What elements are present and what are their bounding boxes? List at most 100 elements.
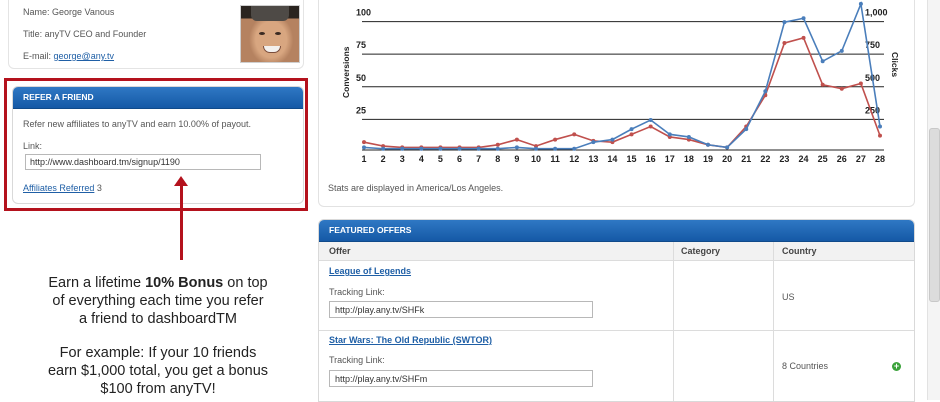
data-point [725,145,730,150]
left-tick-label: 50 [356,73,366,83]
x-tick-label: 18 [684,154,694,164]
data-point [514,137,519,142]
data-point [362,145,366,150]
profile-title: Title: anyTV CEO and Founder [23,29,147,39]
promo-text: Earn a lifetime 10% Bonus on top of ever… [28,274,288,398]
email-link[interactable]: george@any.tv [54,51,115,61]
avatar-beanie [251,6,289,21]
promo-line-1: Earn a lifetime 10% Bonus on top [48,275,268,291]
column-divider [773,242,774,401]
data-point [495,142,500,147]
avatar-eye-right [275,32,281,35]
x-tick-label: 27 [856,154,866,164]
profile-card: Name: George Vanous Title: anyTV CEO and… [8,0,304,69]
x-tick-label: 7 [476,154,481,164]
plus-circle-icon[interactable]: + [892,362,901,371]
promo-line-3: a friend to dashboardTM [79,311,237,327]
left-tick-label: 25 [356,105,366,115]
x-tick-label: 5 [438,154,443,164]
promo-line-2: of everything each time you refer [52,293,264,309]
x-tick-label: 26 [837,154,847,164]
x-tick-label: 9 [514,154,519,164]
offer-link-swtor[interactable]: Star Wars: The Old Republic (SWTOR) [329,335,492,345]
x-tick-label: 23 [779,154,789,164]
x-tick-label: 15 [627,154,637,164]
y-axis-title-left: Conversions [341,46,351,98]
x-tick-label: 6 [457,154,462,164]
data-point [514,145,519,150]
data-point [744,127,749,132]
refer-header: REFER A FRIEND [13,87,303,109]
column-offer[interactable]: Offer [329,242,351,260]
refer-description: Refer new affiliates to anyTV and earn 1… [23,119,251,129]
data-point [801,16,806,21]
right-tick-label: 1,000 [865,8,888,18]
data-point [553,146,558,151]
offer-country: US [782,292,795,302]
scrollbar-thumb[interactable] [929,128,940,302]
arrow-shaft [180,184,183,260]
tracking-link-input[interactable] [329,301,593,318]
x-tick-label: 28 [875,154,885,164]
offers-table-header: Offer Category Country [319,242,914,261]
column-category[interactable]: Category [681,242,720,260]
avatar [240,5,300,63]
row-divider [319,330,914,331]
referral-link-input[interactable] [25,154,261,170]
x-tick-label: 22 [760,154,770,164]
data-point [648,124,653,129]
data-point [591,140,596,145]
data-point [400,146,405,151]
column-divider [673,242,674,401]
data-point [782,41,787,46]
data-point [820,82,825,87]
x-tick-label: 13 [588,154,598,164]
data-point [686,134,691,139]
data-point [495,146,500,151]
left-tick-label: 100 [356,8,371,18]
data-point [839,86,844,91]
x-tick-label: 11 [550,154,560,164]
x-tick-label: 8 [495,154,500,164]
affiliates-referred-link[interactable]: Affiliates Referred [23,183,94,193]
promo-bonus: 10% Bonus [145,275,224,291]
promo-line-4: For example: If your 10 friends [59,345,257,361]
refer-friend-card: REFER A FRIEND Refer new affiliates to a… [12,86,304,204]
data-point [362,140,366,145]
x-tick-label: 24 [799,154,809,164]
stats-chart: 2550751002505007501,000Conversions Clicks… [341,0,900,164]
x-tick-label: 21 [741,154,751,164]
profile-name: Name: George Vanous [23,7,115,17]
x-tick-label: 2 [381,154,386,164]
timezone-note: Stats are displayed in America/Los Angel… [328,183,504,193]
series-line [363,0,881,150]
avatar-eye-left [259,32,265,35]
x-tick-label: 17 [665,154,675,164]
data-point [629,132,634,137]
tracking-link-label: Tracking Link: [329,287,385,297]
tracking-link-input[interactable] [329,370,593,387]
data-point [610,137,615,142]
x-tick-label: 12 [569,154,579,164]
x-tick-label: 20 [722,154,732,164]
data-point [839,48,844,53]
data-point [572,132,577,137]
data-point [667,132,672,137]
data-point [457,146,462,151]
data-point [572,146,577,151]
data-point [763,89,768,94]
x-tick-label: 19 [703,154,713,164]
y-axis-title-right: Clicks [890,52,900,77]
column-country[interactable]: Country [782,242,817,260]
x-tick-label: 1 [361,154,366,164]
profile-email: E-mail: george@any.tv [23,51,114,61]
data-point [706,142,710,147]
offer-link-league-of-legends[interactable]: League of Legends [329,266,411,276]
data-point [534,146,538,151]
tracking-link-label: Tracking Link: [329,355,385,365]
data-point [648,118,653,122]
data-point [381,146,386,151]
data-point [878,124,882,129]
data-point [858,1,863,6]
x-tick-label: 14 [607,154,617,164]
